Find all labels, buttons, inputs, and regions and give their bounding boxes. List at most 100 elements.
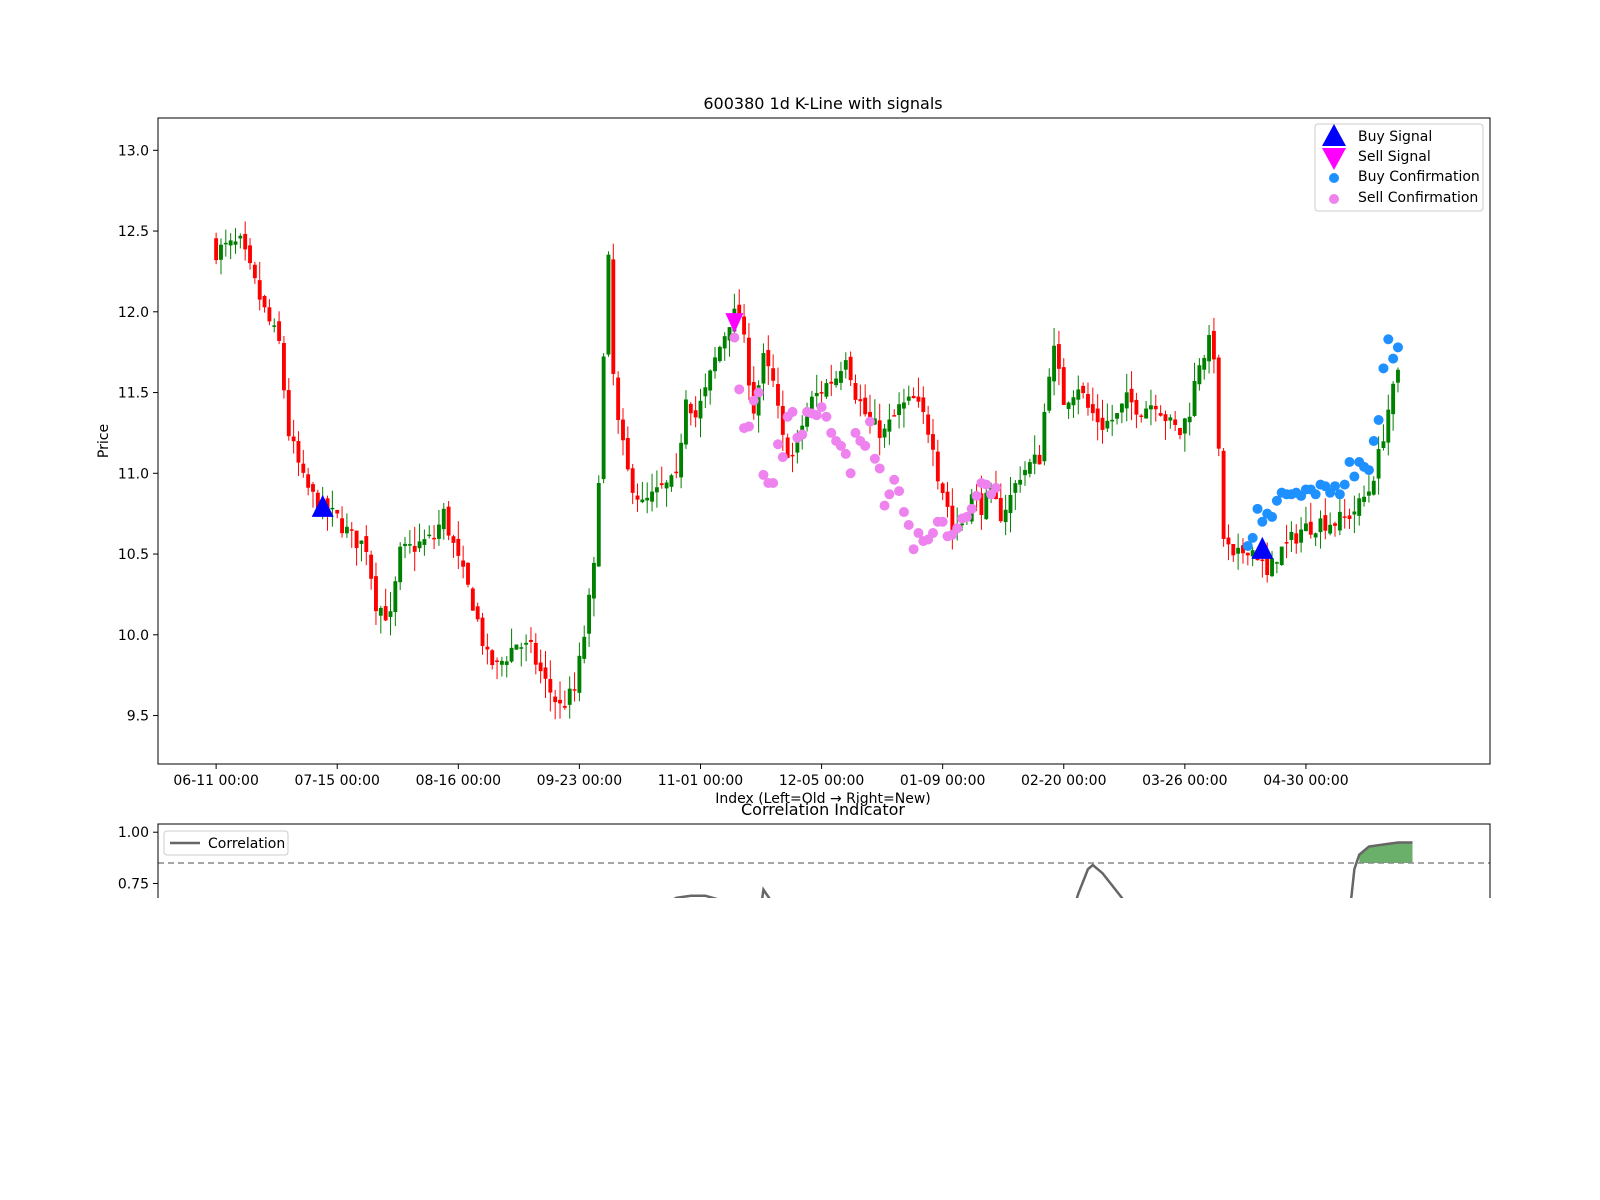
candle-body [1337,511,1342,531]
figure: 600380 1d K-Line with signals 9.5 10.0 10.… [0,0,1600,1200]
candle-body [737,304,742,314]
sell-confirmation-point [937,516,948,527]
y-tick-label: 11.5 [118,386,149,402]
y-tick-label: 12.5 [118,224,149,240]
y-tick-label: 12.0 [118,305,149,321]
candle-body [330,507,335,510]
candle-body [921,397,926,413]
candle-body [887,419,892,432]
candle-body [1192,380,1197,416]
buy-confirmation-point [1247,532,1258,543]
buy-confirmation-point [1252,503,1263,514]
x-tick-label: 03-26 00:00 [1142,773,1227,789]
candle-body [378,607,383,616]
candle-body [296,441,301,463]
x-tick-label: 01-09 00:00 [900,773,985,789]
buy-confirmation-point [1383,334,1394,345]
candle-body [514,644,519,650]
candle-body [625,437,630,470]
sell-confirmation-point [879,500,890,511]
sell-confirmation-point [743,421,754,432]
candle-body [1032,454,1037,464]
candle-body [1168,417,1173,421]
sell-confirmation-point [884,489,895,500]
candle-body [1202,357,1207,370]
candle-body [441,508,446,530]
correlation-y-tick-label: 1.00 [118,825,149,841]
sell-confirmation-point [840,448,851,459]
candle-body [374,576,378,612]
candle-body [238,235,243,239]
candle-body [616,377,621,420]
buy-confirmation-point [1339,479,1350,490]
candle-body [1289,531,1294,540]
candle-body [1231,543,1236,556]
candle-body [223,242,228,245]
candle-body [1052,345,1057,382]
candle-body [233,241,238,245]
x-tick-label: 06-11 00:00 [173,773,258,789]
x-tick-label: 11-01 00:00 [658,773,743,789]
sell-confirmation-point [898,507,909,518]
buy-confirmation-point [1378,363,1389,374]
candle-body [940,483,945,493]
legend-sell-confirmation-marker [1329,194,1339,204]
correlation-legend: Correlation [163,830,289,856]
candle-body [679,442,684,478]
candle-body [901,402,906,409]
sell-confirmation-point [971,490,982,501]
legend-buy-signal-label: Buy Signal [1358,129,1432,145]
candle-body [1245,552,1250,556]
candle-body [533,642,538,665]
x-tick-label: 09-23 00:00 [537,773,622,789]
candle-body [451,536,456,543]
candle-body [572,689,577,691]
candle-body [708,370,713,391]
candle-body [553,696,558,703]
candle-body [495,660,499,662]
y-tick-label: 13.0 [118,143,149,159]
candle-body [1211,330,1216,360]
sell-confirmation-point [816,402,827,413]
candle-body [461,560,466,567]
candle-body [1371,480,1376,495]
candle-body [722,336,727,349]
candle-body [717,346,722,362]
candle-body [475,606,480,620]
candle-body [621,419,625,441]
candle-body [998,497,1003,522]
sell-confirmation-point [768,477,779,488]
candle-body [257,280,262,300]
candle-body [281,343,286,391]
candle-body [262,295,267,308]
candle-body [277,321,282,341]
candle-body [1284,542,1289,544]
candle-body [490,650,495,666]
candle-body [645,497,650,501]
legend-sell-confirmation-label: Sell Confirmation [1358,190,1478,206]
candle-body [819,392,824,394]
candle-body [780,406,785,435]
sell-confirmation-point [865,416,876,427]
candle-body [1216,357,1221,449]
candle-body [436,524,441,539]
candle-body [509,647,514,662]
candle-body [931,434,935,450]
candle-body [892,415,897,417]
sell-confirmation-point [889,474,900,485]
candle-body [543,667,548,679]
candle-body [882,428,887,438]
candle-body [1115,413,1119,419]
candle-body [853,383,858,400]
x-tick-label: 07-15 00:00 [294,773,379,789]
x-tick-label: 04-30 00:00 [1263,773,1348,789]
candle-body [664,482,669,489]
candle-body [582,636,587,659]
sell-confirmation-point [966,503,977,514]
x-tick-label: 02-20 00:00 [1021,773,1106,789]
candle-body [829,381,834,384]
candle-body [1023,469,1027,476]
x-tick-label: 12-05 00:00 [779,773,864,789]
candle-body [1323,515,1328,531]
candle-body [606,254,611,355]
